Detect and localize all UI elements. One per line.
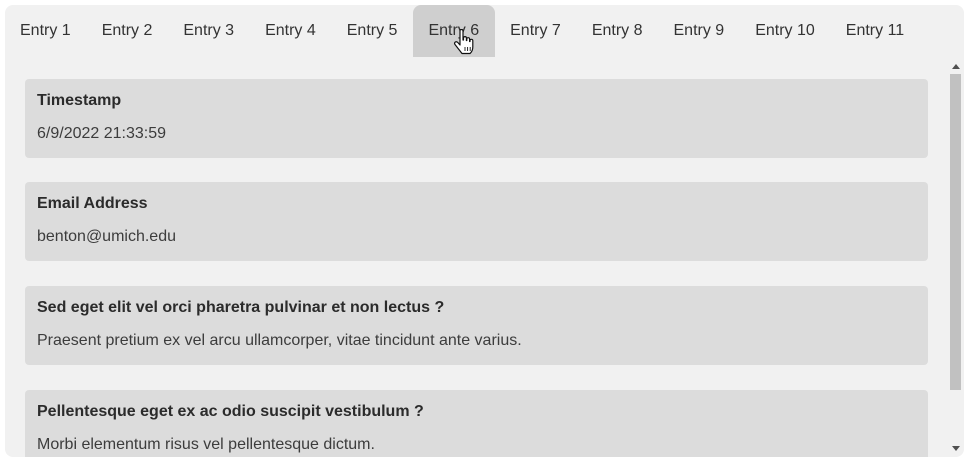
field-label: Timestamp (37, 92, 122, 109)
field-label: Pellentesque eget ex ac odio suscipit ve… (37, 403, 424, 420)
field-value: Praesent pretium ex vel arcu ullamcorper… (37, 332, 522, 349)
tab-entry-2[interactable]: Entry 2 (87, 5, 169, 57)
scrollbar-thumb[interactable] (950, 74, 961, 390)
tab-entry-7[interactable]: Entry 7 (495, 5, 577, 57)
hand-pointer-icon (453, 28, 475, 55)
field-value: 6/9/2022 21:33:59 (37, 125, 167, 142)
tab-entry-4[interactable]: Entry 4 (250, 5, 332, 57)
field-card-timestamp: Timestamp 6/9/2022 21:33:59 (25, 79, 928, 158)
field-value: Morbi elementum risus vel pellentesque d… (37, 436, 375, 453)
tab-entry-9[interactable]: Entry 9 (659, 5, 741, 57)
tab-entry-5[interactable]: Entry 5 (332, 5, 414, 57)
triangle-down-icon[interactable] (947, 441, 964, 455)
field-label: Email Address (37, 195, 148, 212)
entry-viewer: Entry 1 Entry 2 Entry 3 Entry 4 Entry 5 … (5, 5, 964, 457)
tab-entry-11[interactable]: Entry 11 (831, 5, 920, 57)
field-card-question-2: Pellentesque eget ex ac odio suscipit ve… (25, 390, 928, 457)
tab-entry-8[interactable]: Entry 8 (577, 5, 659, 57)
field-card-question-1: Sed eget elit vel orci pharetra pulvinar… (25, 286, 928, 365)
field-card-email: Email Address benton@umich.edu (25, 182, 928, 261)
entry-content: Timestamp 6/9/2022 21:33:59 Email Addres… (5, 57, 947, 457)
triangle-up-icon[interactable] (947, 59, 964, 73)
field-label: Sed eget elit vel orci pharetra pulvinar… (37, 299, 445, 316)
tab-entry-1[interactable]: Entry 1 (5, 5, 87, 57)
tab-entry-3[interactable]: Entry 3 (168, 5, 250, 57)
field-value: benton@umich.edu (37, 228, 176, 245)
tab-entry-10[interactable]: Entry 10 (740, 5, 831, 57)
vertical-scrollbar[interactable] (947, 57, 964, 457)
